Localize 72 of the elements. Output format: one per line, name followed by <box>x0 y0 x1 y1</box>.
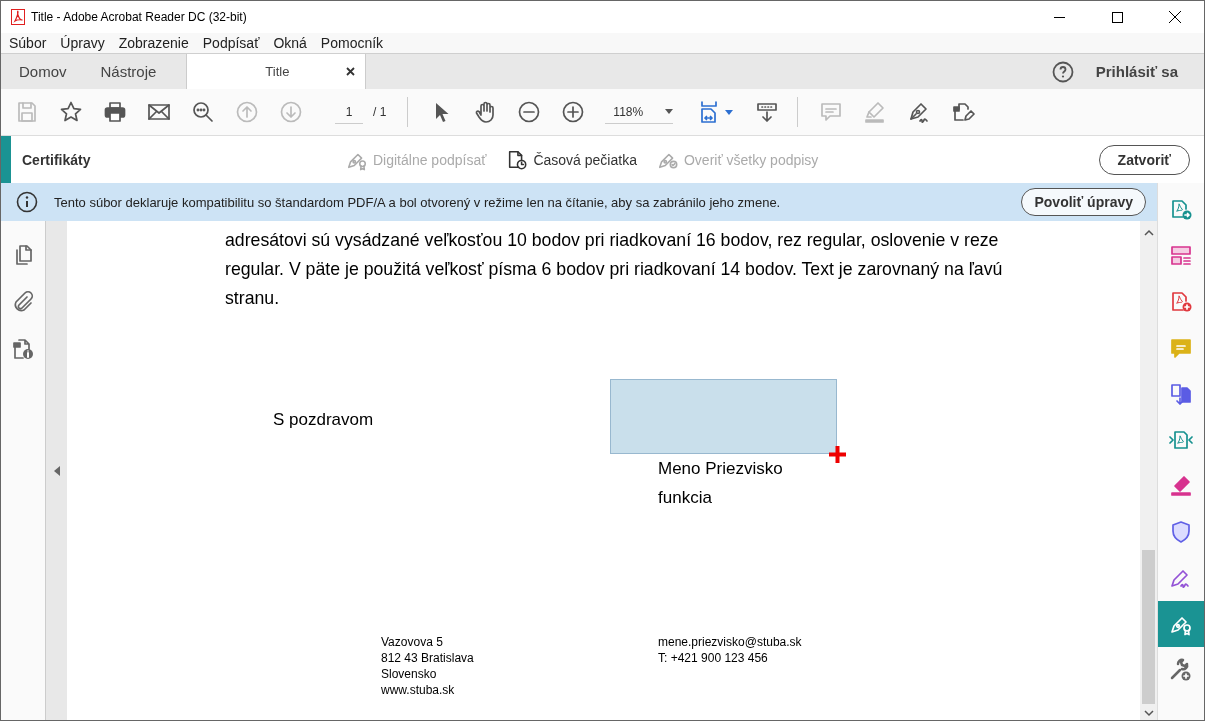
page-number-field[interactable]: 1 <box>335 100 363 124</box>
closing-text: S pozdravom <box>273 410 375 431</box>
print-button[interactable] <box>103 100 127 124</box>
print-icon <box>103 100 127 124</box>
help-icon[interactable] <box>1051 60 1074 83</box>
zoom-dropdown[interactable]: 118% <box>605 100 674 124</box>
caret-icon <box>665 109 674 114</box>
menu-item[interactable]: Podpísať <box>195 35 267 51</box>
document-clock-icon <box>506 148 529 171</box>
scroll-thumb[interactable] <box>1142 550 1155 704</box>
search-icon <box>191 100 215 124</box>
tool-pane-item[interactable] <box>1158 601 1204 647</box>
fill-sign-icon <box>951 100 976 124</box>
search-button[interactable] <box>191 100 215 124</box>
arrow-down-circle-icon <box>279 100 303 124</box>
shield-icon <box>1169 520 1193 544</box>
window-title: Title - Adobe Acrobat Reader DC (32-bit) <box>31 10 248 24</box>
signature-field[interactable] <box>610 379 837 454</box>
read-mode-button[interactable] <box>755 100 780 124</box>
close-tab-icon[interactable] <box>346 67 356 76</box>
nav-tab[interactable]: Nástroje <box>82 54 173 89</box>
menu-item[interactable]: Zobrazenie <box>111 35 196 51</box>
pdf-plus-icon <box>1169 290 1193 314</box>
read-mode-icon <box>755 100 780 124</box>
close-panel-button[interactable]: Zatvoriť <box>1098 144 1190 175</box>
maximize-icon <box>1111 11 1123 23</box>
plus-icon <box>828 445 847 464</box>
menu-item[interactable]: Úpravy <box>53 35 112 51</box>
signer-role: funkcia <box>658 487 713 509</box>
info-icon <box>16 191 38 213</box>
enable-editing-button[interactable]: Povoliť úpravy <box>1021 188 1146 216</box>
footer-line: T: +421 900 123 456 <box>658 650 769 666</box>
footer-line: www.stuba.sk <box>381 682 456 698</box>
signer-name: Meno Priezvisko <box>658 458 784 480</box>
scrollbar[interactable] <box>1140 221 1157 720</box>
star-icon <box>59 100 83 124</box>
close-icon <box>1169 11 1181 23</box>
certificate-action[interactable]: Časová pečiatka <box>506 148 637 171</box>
footer-line: mene.priezvisko@stuba.sk <box>658 634 802 650</box>
footer-line: 812 43 Bratislava <box>381 650 475 666</box>
document-info-icon[interactable] <box>11 337 35 361</box>
app-logo-icon <box>11 9 25 25</box>
menu-item[interactable]: Súbor <box>2 35 54 51</box>
zoom-out-icon <box>517 100 542 124</box>
zoom-out-button[interactable] <box>517 100 542 124</box>
panel-title: Certifikáty <box>22 151 92 168</box>
sign-in-button[interactable]: Prihlásiť sa <box>1095 63 1178 80</box>
footer-line: Vazovova 5 <box>381 634 444 650</box>
comment-icon <box>819 100 844 124</box>
menu-item[interactable]: Pomocník <box>313 35 391 51</box>
save-icon <box>15 100 39 124</box>
collapse-arrow-icon[interactable] <box>53 465 60 476</box>
nav-tab[interactable]: Domov <box>1 54 83 89</box>
comment-icon <box>1169 336 1193 360</box>
documents-arrow-icon <box>1169 382 1193 406</box>
fill-sign-button[interactable] <box>951 100 976 124</box>
wrench-plus-icon <box>1169 658 1193 682</box>
marker-icon <box>1169 474 1193 498</box>
pdf-arrow-icon <box>1169 198 1193 222</box>
zoom-in-button[interactable] <box>561 100 586 124</box>
page-total: / 1 <box>373 105 387 119</box>
body-paragraph: adresátovi sú vysádzané veľkosťou 10 bodov pri riadkovaní 16 bodov, rez regular, oslovenie v reze regular. V päte je použitá veľkosť písma 6 bodov pri riadkovaní 14 bodov. Text je zarovnaný na ľavú stranu. <box>225 229 1004 310</box>
arrow-up-circle-icon <box>235 100 259 124</box>
menu-item[interactable]: Okná <box>266 35 314 51</box>
zoom-in-icon <box>561 100 586 124</box>
footer-line: Slovensko <box>381 666 438 682</box>
layout-icon <box>1169 244 1193 268</box>
pdf-compress-icon <box>1169 428 1193 452</box>
document-tab[interactable]: Title <box>186 54 367 89</box>
caret-icon[interactable] <box>725 109 734 115</box>
star-button[interactable] <box>59 100 83 124</box>
notice-text: Tento súbor deklaruje kompatibilitu so štandardom PDF/A a bol otvorený v režime len na čítanie, aby sa zabránilo jeho zmene. <box>54 194 782 210</box>
